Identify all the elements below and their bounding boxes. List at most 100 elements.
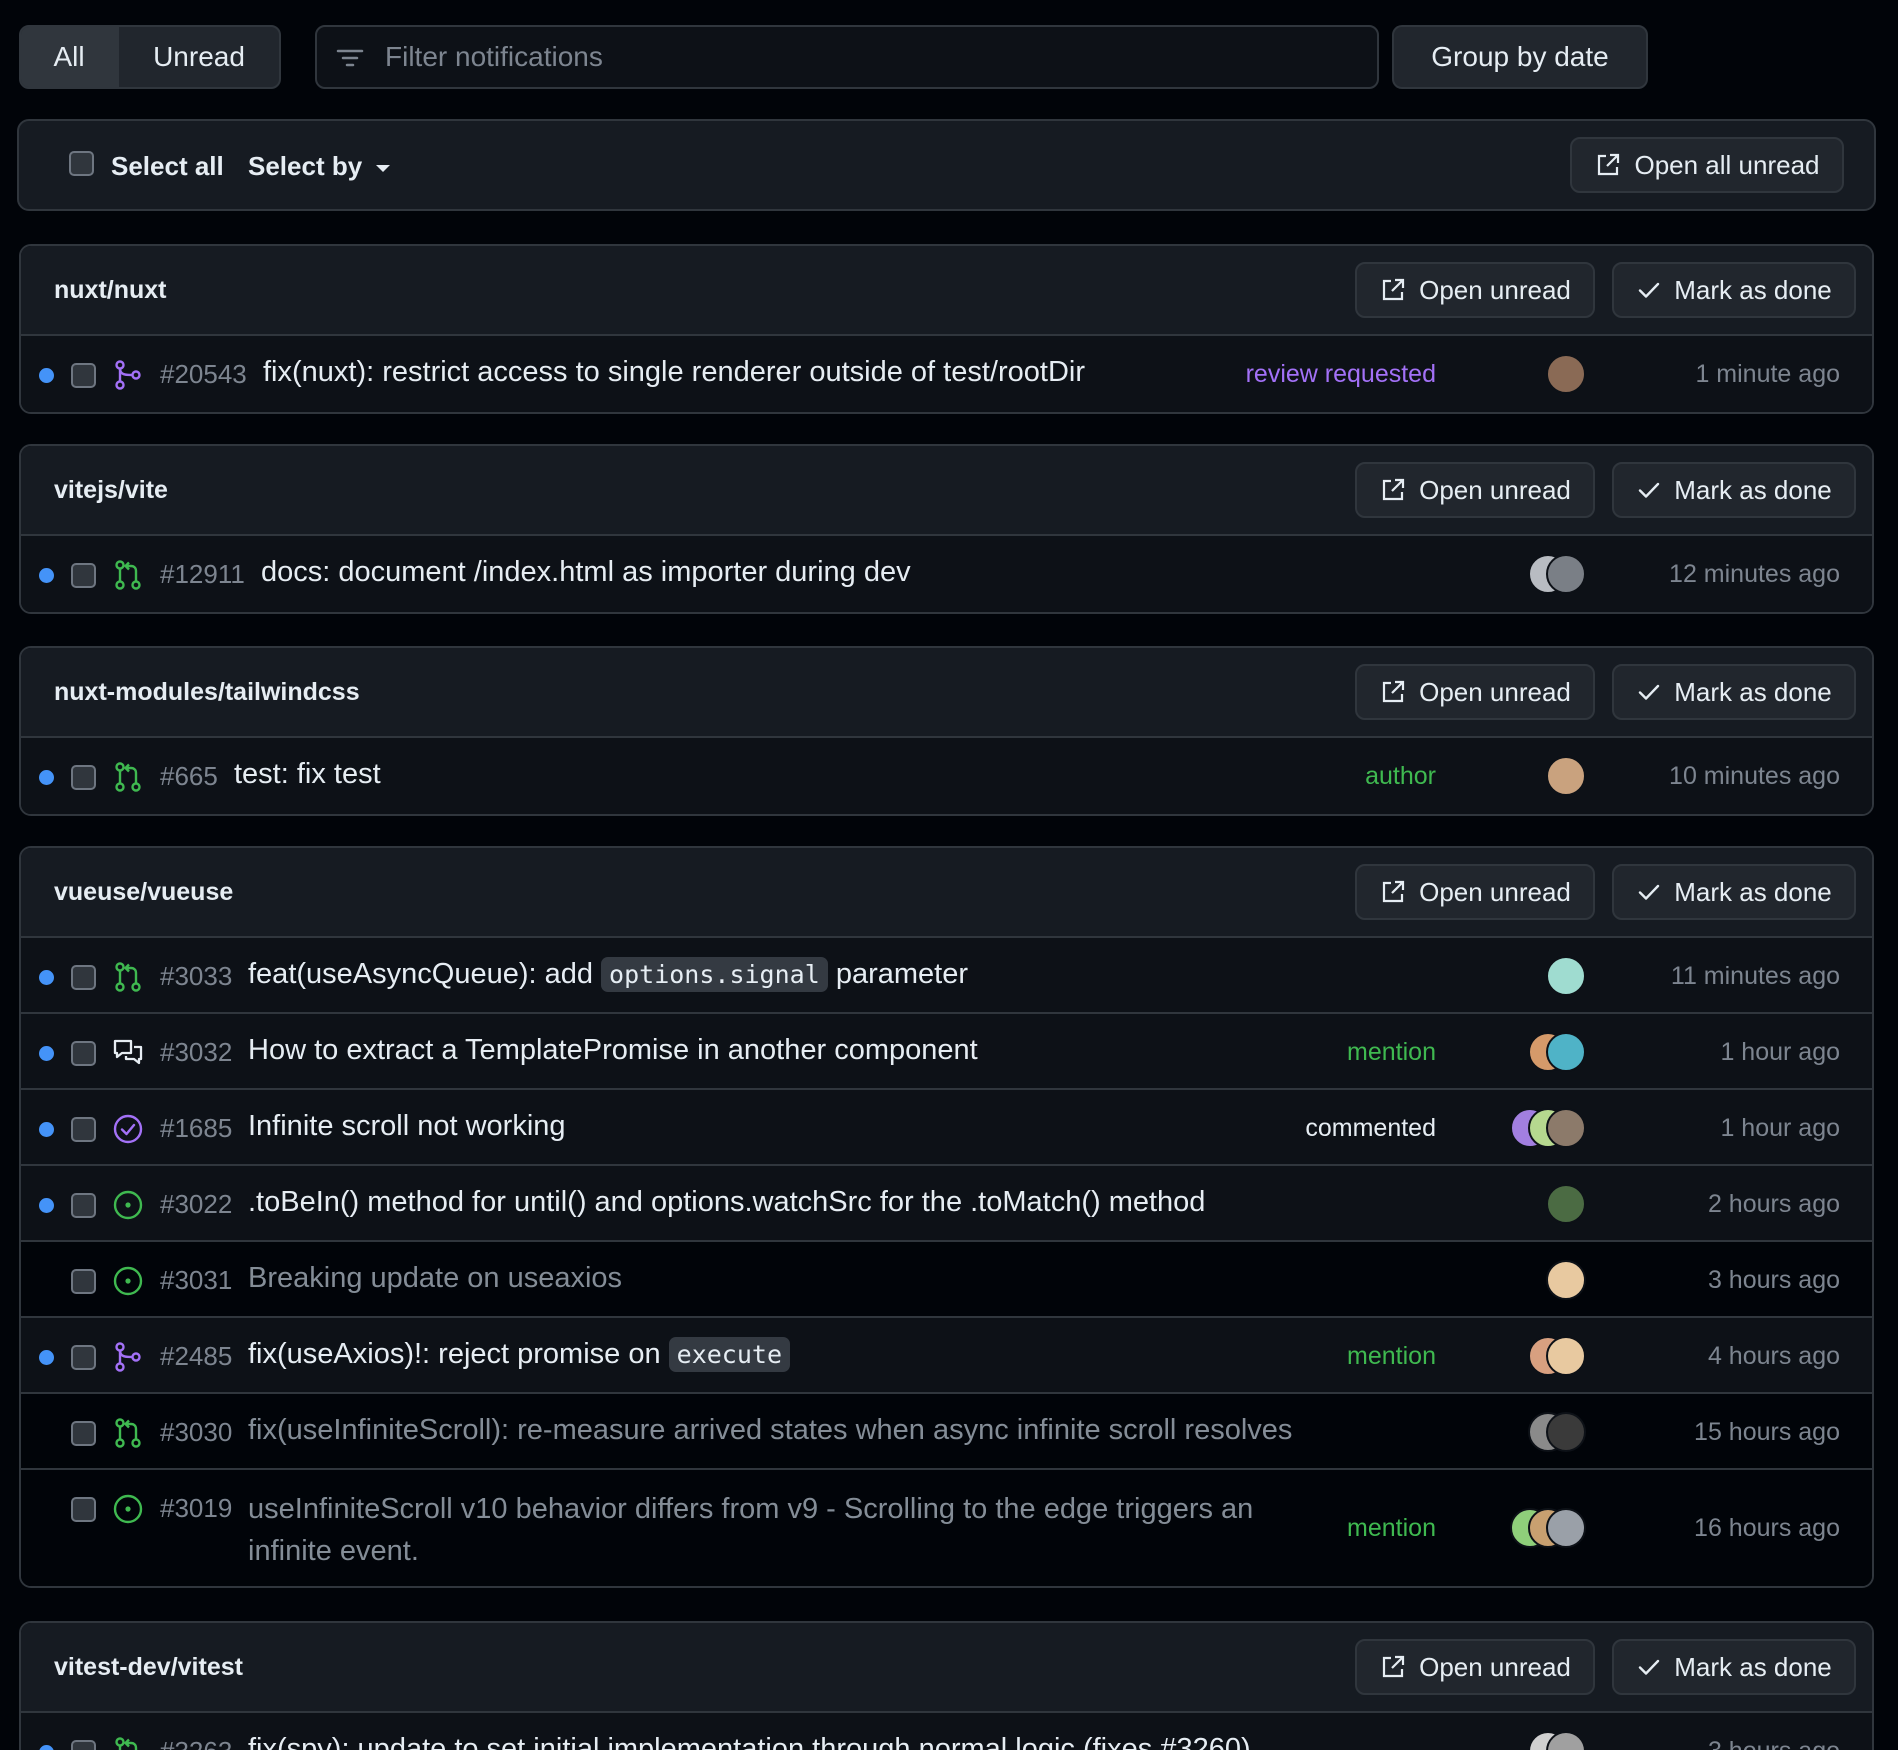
timestamp: 16 hours ago: [1694, 1514, 1840, 1542]
timestamp: 1 hour ago: [1720, 1038, 1840, 1066]
unread-dot: [39, 1046, 54, 1061]
open-unread-button[interactable]: Open unread: [1355, 664, 1595, 720]
timestamp: 2 hours ago: [1707, 1190, 1840, 1218]
mark-as-done-button[interactable]: Mark as done: [1612, 462, 1856, 518]
mark-as-done-label: Mark as done: [1674, 676, 1832, 707]
open-unread-label: Open unread: [1419, 876, 1571, 907]
notification-row[interactable]: #1685 Infinite scroll not working commen…: [21, 1090, 1872, 1166]
open-unread-button[interactable]: Open unread: [1355, 864, 1595, 920]
check-icon: [1639, 282, 1660, 298]
open-all-unread-button[interactable]: Open all unread: [1570, 137, 1844, 193]
row-checkbox[interactable]: [71, 1421, 96, 1446]
select-all-checkbox[interactable]: [69, 151, 94, 176]
issue-number: #1685: [160, 1113, 233, 1143]
notification-title[interactable]: fix(nuxt): restrict access to single ren…: [263, 356, 1085, 389]
mark-as-done-button[interactable]: Mark as done: [1612, 1639, 1856, 1695]
notification-row[interactable]: #3031 Breaking update on useaxios 3 hour…: [21, 1242, 1872, 1318]
notification-row[interactable]: #3030 fix(useInfiniteScroll): re-measure…: [21, 1394, 1872, 1470]
unread-dot: [39, 770, 54, 785]
open-unread-button[interactable]: Open unread: [1355, 462, 1595, 518]
unread-tab[interactable]: Unread: [119, 27, 279, 87]
avatar-stack: [1528, 1731, 1586, 1750]
group-by-date-button[interactable]: Group by date: [1392, 25, 1648, 89]
row-checkbox[interactable]: [71, 363, 96, 388]
open-issue-icon: [112, 1189, 144, 1226]
open-pr-icon: [112, 961, 144, 998]
timestamp: 4 hours ago: [1707, 1342, 1840, 1370]
title-text: fix(nuxt): restrict access to single ren…: [263, 356, 1085, 388]
open-unread-label: Open unread: [1419, 1651, 1571, 1682]
timestamp: 3 hours ago: [1707, 1266, 1840, 1294]
row-checkbox[interactable]: [71, 1193, 96, 1218]
row-checkbox[interactable]: [71, 1117, 96, 1142]
avatar-stack: [1528, 554, 1586, 594]
repo-name[interactable]: vitest-dev/vitest: [54, 1653, 243, 1682]
notification-row[interactable]: #2485 fix(useAxios)!: reject promise on …: [21, 1318, 1872, 1394]
notification-row[interactable]: #20543 fix(nuxt): restrict access to sin…: [21, 336, 1872, 412]
notification-title[interactable]: Breaking update on useaxios: [248, 1262, 622, 1295]
notification-row[interactable]: #3022 .toBeIn() method for until() and o…: [21, 1166, 1872, 1242]
notification-title[interactable]: fix(useAxios)!: reject promise on execut…: [248, 1337, 791, 1372]
avatar: [1546, 1336, 1586, 1376]
row-checkbox[interactable]: [71, 1497, 96, 1522]
notification-title[interactable]: fix(useInfiniteScroll): re-measure arriv…: [248, 1414, 1292, 1447]
notification-title[interactable]: How to extract a TemplatePromise in anot…: [248, 1034, 978, 1067]
row-checkbox[interactable]: [71, 765, 96, 790]
unread-dot: [39, 1122, 54, 1137]
row-checkbox[interactable]: [71, 965, 96, 990]
open-all-unread-label: Open all unread: [1634, 149, 1820, 180]
all-tab[interactable]: All: [21, 27, 119, 87]
row-checkbox[interactable]: [71, 1740, 96, 1750]
avatar: [1546, 1508, 1586, 1548]
issue-number: #2485: [160, 1341, 233, 1371]
repo-group: vueuse/vueuse Open unread Mark as done #…: [19, 846, 1874, 1588]
open-unread-button[interactable]: Open unread: [1355, 1639, 1595, 1695]
issue-number: #3030: [160, 1417, 233, 1447]
notification-title[interactable]: .toBeIn() method for until() and options…: [248, 1186, 1205, 1219]
notification-title[interactable]: useInfiniteScroll v10 behavior differs f…: [248, 1488, 1298, 1572]
row-checkbox[interactable]: [71, 563, 96, 588]
title-text: parameter: [827, 958, 968, 990]
repo-name[interactable]: nuxt/nuxt: [54, 276, 167, 305]
avatar-stack: [1510, 1508, 1586, 1548]
notification-row[interactable]: #12911 docs: document /index.html as imp…: [21, 536, 1872, 612]
open-pr-icon: [112, 1417, 144, 1454]
mark-as-done-button[interactable]: Mark as done: [1612, 864, 1856, 920]
select-by-dropdown[interactable]: Select by: [248, 151, 391, 182]
notification-row[interactable]: #3032 How to extract a TemplatePromise i…: [21, 1014, 1872, 1090]
notification-title[interactable]: docs: document /index.html as importer d…: [261, 556, 911, 589]
filter-input[interactable]: [385, 41, 1285, 73]
repo-group: nuxt/nuxt Open unread Mark as done #2054…: [19, 244, 1874, 414]
repo-name[interactable]: vitejs/vite: [54, 476, 168, 505]
notification-title[interactable]: Infinite scroll not working: [248, 1110, 566, 1143]
repo-name[interactable]: vueuse/vueuse: [54, 878, 233, 907]
timestamp: 11 minutes ago: [1670, 962, 1840, 990]
row-checkbox[interactable]: [71, 1269, 96, 1294]
open-unread-label: Open unread: [1419, 676, 1571, 707]
avatar: [1546, 1412, 1586, 1452]
mark-as-done-button[interactable]: Mark as done: [1612, 262, 1856, 318]
select-all[interactable]: Select all: [69, 151, 224, 182]
open-unread-button[interactable]: Open unread: [1355, 262, 1595, 318]
notification-title[interactable]: test: fix test: [234, 758, 381, 791]
mark-as-done-button[interactable]: Mark as done: [1612, 664, 1856, 720]
notification-row[interactable]: #665 test: fix test author 10 minutes ag…: [21, 738, 1872, 814]
notification-row[interactable]: #3263 fix(spy): update to set initial im…: [21, 1713, 1872, 1750]
closed-issue-icon: [112, 1113, 144, 1150]
notification-row[interactable]: #3019 useInfiniteScroll v10 behavior dif…: [21, 1470, 1872, 1586]
repo-name[interactable]: nuxt-modules/tailwindcss: [54, 678, 360, 707]
notifications-toolbar: All Unread Group by date: [19, 25, 1649, 89]
row-checkbox[interactable]: [71, 1345, 96, 1370]
repo-group: nuxt-modules/tailwindcss Open unread Mar…: [19, 646, 1874, 816]
notification-row[interactable]: #3033 feat(useAsyncQueue): add options.s…: [21, 938, 1872, 1014]
row-checkbox[interactable]: [71, 1041, 96, 1066]
avatar-stack: [1546, 1260, 1586, 1300]
notification-title[interactable]: feat(useAsyncQueue): add options.signal …: [248, 957, 968, 992]
avatar-stack: [1546, 956, 1586, 996]
mark-as-done-label: Mark as done: [1674, 474, 1832, 505]
avatar: [1546, 1184, 1586, 1224]
timestamp: 1 hour ago: [1720, 1114, 1840, 1142]
avatar-stack: [1528, 1336, 1586, 1376]
external-link-icon: [1382, 278, 1405, 301]
notification-title[interactable]: fix(spy): update to set initial implemen…: [248, 1733, 1251, 1750]
